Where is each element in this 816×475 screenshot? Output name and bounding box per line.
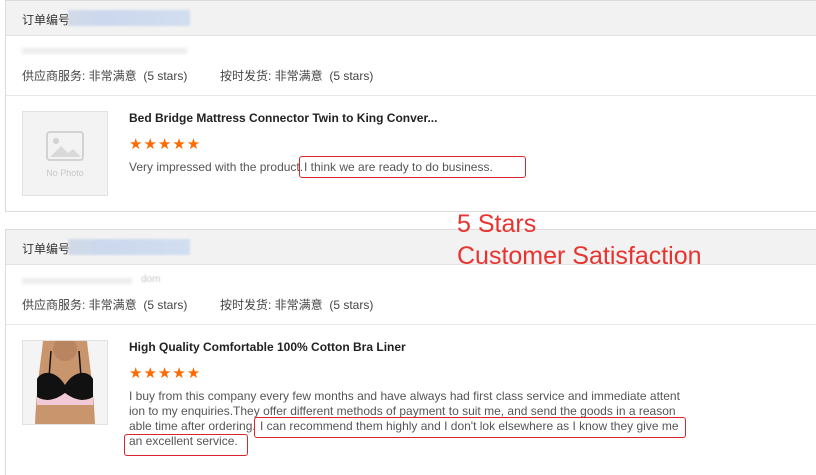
- highlight-box: [254, 417, 686, 438]
- overlay-line-2: Customer Satisfaction: [457, 242, 702, 270]
- order-number-redacted: [68, 10, 190, 26]
- email-fragment: dom: [141, 274, 161, 285]
- product-thumbnail-placeholder[interactable]: No Photo: [22, 111, 108, 196]
- review-line-3: able time after ordering.: [129, 419, 256, 433]
- review-line-1: I buy from this company every few months…: [129, 389, 680, 403]
- product-title-link[interactable]: Bed Bridge Mattress Connector Twin to Ki…: [129, 111, 437, 125]
- star-rating: ★★★★★: [129, 365, 202, 382]
- overlay-line-1: 5 Stars: [457, 210, 537, 238]
- product-thumbnail[interactable]: [22, 337, 108, 425]
- divider: [6, 324, 816, 325]
- supplier-service-rating: 供应商服务: 非常满意 (5 stars): [22, 298, 188, 312]
- no-photo-label: No Photo: [46, 168, 84, 178]
- highlight-box: [124, 434, 248, 456]
- shipping-rating: 按时发货: 非常满意 (5 stars): [220, 298, 374, 312]
- satisfaction-overlay: 5 Stars Customer Satisfaction: [457, 208, 702, 272]
- product-title-link[interactable]: High Quality Comfortable 100% Cotton Bra…: [129, 340, 406, 354]
- order-number-redacted: [68, 239, 190, 255]
- order-card-1: 订单编号 供应商服务: 非常满意 (5 stars) 按时发货: 非常满意 (5…: [5, 0, 816, 212]
- redacted-line: [22, 278, 132, 284]
- order-header: 订单编号: [6, 1, 816, 36]
- no-photo-icon: [46, 131, 84, 161]
- order-number-label: 订单编号: [22, 13, 71, 27]
- review-text: Very impressed with the product.: [129, 160, 304, 174]
- divider: [6, 95, 816, 96]
- order-number-label: 订单编号: [22, 242, 71, 256]
- supplier-service-rating: 供应商服务: 非常满意 (5 stars): [22, 69, 188, 83]
- highlight-box: [299, 156, 526, 178]
- redacted-line: [22, 48, 187, 54]
- shipping-rating: 按时发货: 非常满意 (5 stars): [220, 69, 374, 83]
- star-rating: ★★★★★: [129, 136, 202, 153]
- bra-product-image: [23, 337, 107, 424]
